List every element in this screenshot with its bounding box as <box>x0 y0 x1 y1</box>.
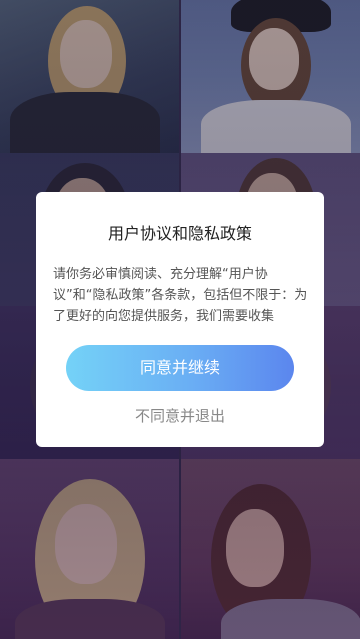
privacy-dialog: 用户协议和隐私政策 请你务必审慎阅读、充分理解“用户协议”和“隐私政策”各条款，… <box>36 192 324 447</box>
app-screen: 用户协议和隐私政策 请你务必审慎阅读、充分理解“用户协议”和“隐私政策”各条款，… <box>0 0 360 639</box>
disagree-exit-button[interactable]: 不同意并退出 <box>36 406 324 426</box>
dialog-title: 用户协议和隐私政策 <box>107 224 252 243</box>
agree-continue-button[interactable]: 同意并继续 <box>66 345 294 391</box>
dialog-body-text: 请你务必审慎阅读、充分理解“用户协议”和“隐私政策”各条款，包括但不限于：为了更… <box>53 267 308 324</box>
